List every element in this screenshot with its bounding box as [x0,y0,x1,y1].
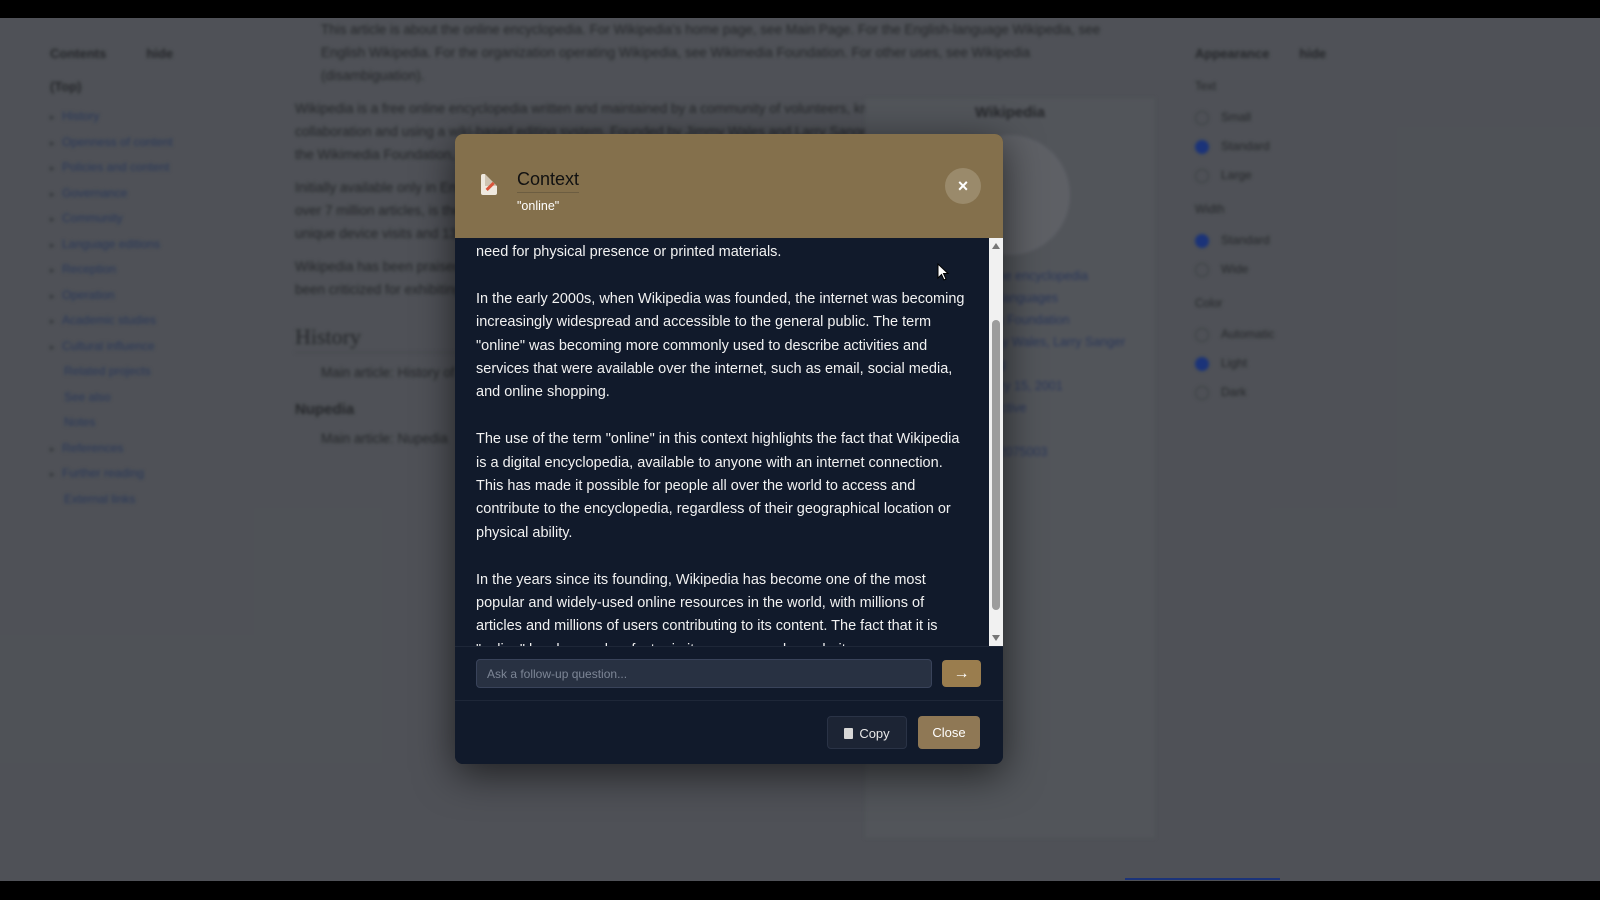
context-paragraph: The use of the term "online" in this con… [476,431,960,541]
scrollbar-thumb[interactable] [992,320,1000,610]
context-paragraph: In the years since its founding, Wikiped… [476,571,938,646]
modal-subtitle: "online" [517,199,560,213]
scroll-up-arrow-icon[interactable] [992,243,1000,249]
close-button[interactable]: Close [918,716,980,749]
context-paragraph: In the early 2000s, when Wikipedia was f… [476,290,965,401]
copy-button[interactable]: Copy [827,716,907,749]
modal-title: Context [517,169,580,193]
modal-footer: Copy Close [455,700,1003,764]
modal-scrollbar[interactable] [989,238,1003,646]
copy-button-label: Copy [859,726,890,741]
followup-bar: → [455,646,1003,701]
close-icon[interactable]: × [945,168,981,204]
modal-header: Context "online" × [455,134,1003,238]
context-explanation: need for physical presence or printed ma… [476,238,966,646]
document-icon [481,174,497,195]
clipboard-icon [844,728,854,739]
context-modal: Context "online" × need for physical pre… [455,134,1003,764]
followup-question-input[interactable] [476,659,932,688]
context-paragraph: need for physical presence or printed ma… [476,244,782,260]
modal-content[interactable]: need for physical presence or printed ma… [455,238,1003,646]
scroll-down-arrow-icon[interactable] [992,635,1000,641]
send-arrow-icon[interactable]: → [942,660,981,687]
